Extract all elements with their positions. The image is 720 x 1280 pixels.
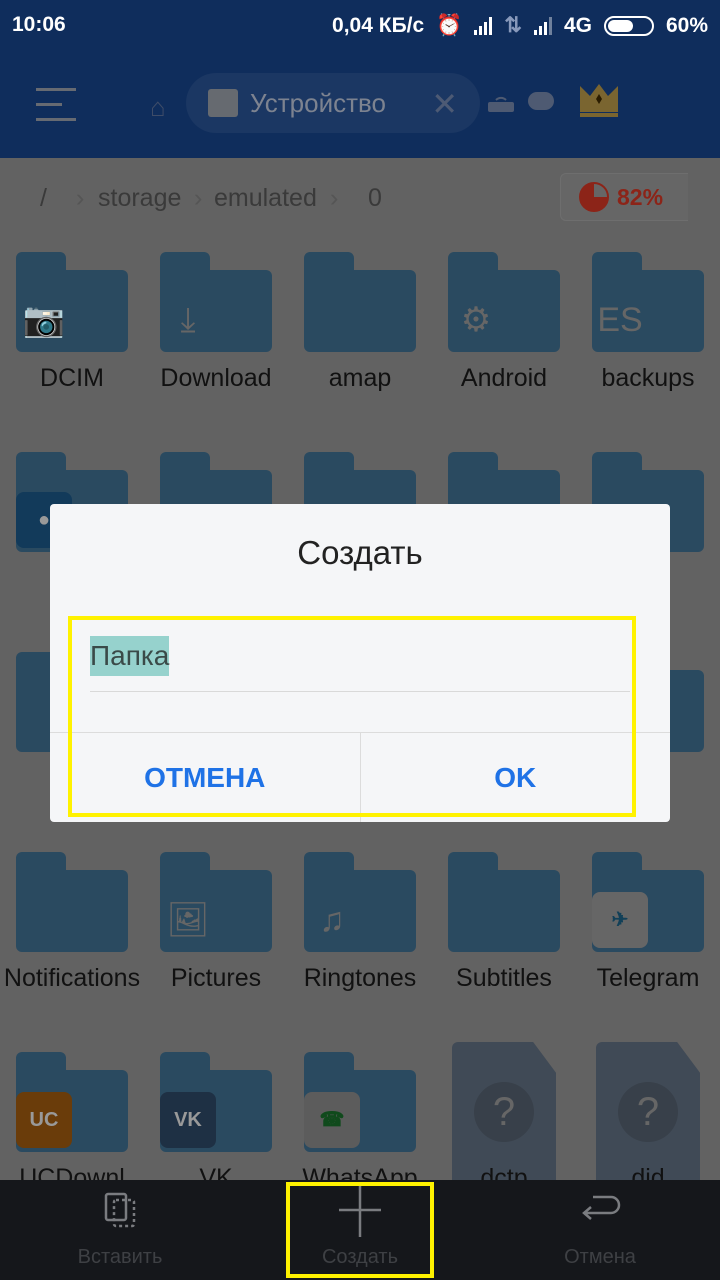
file-name: Subtitles: [456, 964, 552, 992]
cancel-label: Отмена: [564, 1246, 636, 1268]
crown-icon[interactable]: [578, 82, 620, 118]
folder-icon: ☎: [304, 1052, 416, 1152]
folder-icon: ⤓: [160, 252, 272, 352]
folder-icon: ES: [592, 252, 704, 352]
battery-percent: 60%: [665, 13, 708, 37]
music-icon: ♫: [319, 901, 345, 939]
file-name: Notifications: [3, 964, 141, 992]
file-name: Pictures: [170, 964, 262, 992]
folder-item[interactable]: ⚙ Android: [432, 250, 576, 450]
highlight-box: [68, 616, 636, 817]
vk-icon: VK: [160, 1092, 216, 1148]
storage-usage-value: 82%: [617, 183, 664, 210]
crumb-storage[interactable]: storage: [98, 184, 181, 213]
chevron-right-icon: ›: [330, 184, 339, 212]
menu-icon[interactable]: [36, 88, 76, 133]
crumb-0[interactable]: 0: [368, 184, 382, 213]
alarm-icon: ⏰: [436, 13, 463, 37]
pie-chart-icon: [579, 182, 609, 212]
es-icon: ES: [597, 301, 643, 339]
download-icon: ⤓: [180, 301, 196, 339]
folder-item[interactable]: 🖼 Pictures: [144, 850, 288, 1050]
folder-icon: [16, 852, 128, 952]
folder-icon: [304, 252, 416, 352]
folder-icon: VK: [160, 1052, 272, 1152]
undo-icon: [480, 1180, 720, 1240]
clock: 10:06: [12, 13, 66, 36]
file-name: Download: [160, 364, 272, 392]
folder-icon: ♫: [304, 852, 416, 952]
signal-icon: [474, 16, 493, 35]
signal-icon-2: [533, 16, 552, 35]
paste-button[interactable]: Вставить: [0, 1180, 240, 1280]
folder-item[interactable]: ⤓ Download: [144, 250, 288, 450]
battery-icon: [603, 15, 654, 36]
chevron-right-icon: ›: [194, 184, 203, 212]
cancel-toolbar-button[interactable]: Отмена: [480, 1180, 720, 1280]
image-icon: 🖼: [166, 901, 210, 939]
folder-item[interactable]: ♫ Ringtones: [288, 850, 432, 1050]
folder-icon: UC: [16, 1052, 128, 1152]
network-type: 4G: [563, 13, 592, 37]
folder-icon: [448, 852, 560, 952]
paste-label: Вставить: [77, 1246, 163, 1268]
storage-usage-button[interactable]: 82%: [560, 173, 688, 221]
file-name: Android: [460, 364, 548, 392]
gear-icon: ⚙: [460, 301, 492, 339]
folder-item[interactable]: Notifications: [0, 850, 144, 1050]
camera-icon: 📷: [22, 301, 66, 339]
net-speed: 0,04 КБ/с: [332, 13, 425, 37]
folder-icon: ✈: [592, 852, 704, 952]
telegram-icon: ✈: [592, 892, 648, 948]
paste-icon: [0, 1180, 240, 1240]
app-header: ⌂ Устройство ✕: [0, 50, 720, 158]
chevron-right-icon: ›: [76, 184, 85, 212]
highlight-box-create: [286, 1182, 434, 1278]
file-name: DCIM: [40, 364, 104, 392]
sd-card-icon: [208, 89, 238, 117]
file-name: backups: [601, 364, 695, 392]
tab-label: Устройство: [250, 87, 387, 118]
folder-item[interactable]: ✈ Telegram: [576, 850, 720, 1050]
home-icon[interactable]: ⌂: [150, 92, 166, 123]
folder-item[interactable]: amap: [288, 250, 432, 450]
file-name: Ringtones: [303, 964, 417, 992]
uc-icon: UC: [16, 1092, 72, 1148]
cloud-icon[interactable]: [528, 92, 554, 110]
crumb-root[interactable]: /: [40, 184, 47, 213]
folder-icon: 📷: [16, 252, 128, 352]
folder-item[interactable]: ES backups: [576, 250, 720, 450]
crumb-emulated[interactable]: emulated: [214, 184, 317, 213]
data-arrows-icon: ⇅: [504, 14, 522, 37]
folder-icon: ⚙: [448, 252, 560, 352]
file-name: Telegram: [596, 964, 700, 992]
status-bar: 10:06 0,04 КБ/с ⏰ ⇅ 4G 60%: [0, 0, 720, 50]
folder-icon: 🖼: [160, 852, 272, 952]
folder-item[interactable]: Subtitles: [432, 850, 576, 1050]
dialog-title: Создать: [297, 534, 423, 571]
network-icon[interactable]: [488, 92, 514, 112]
file-name: amap: [328, 364, 392, 392]
close-tab-icon[interactable]: ✕: [431, 85, 458, 123]
whatsapp-icon: ☎: [304, 1092, 360, 1148]
tab-device[interactable]: Устройство ✕: [186, 73, 480, 133]
folder-item[interactable]: 📷 DCIM: [0, 250, 144, 450]
